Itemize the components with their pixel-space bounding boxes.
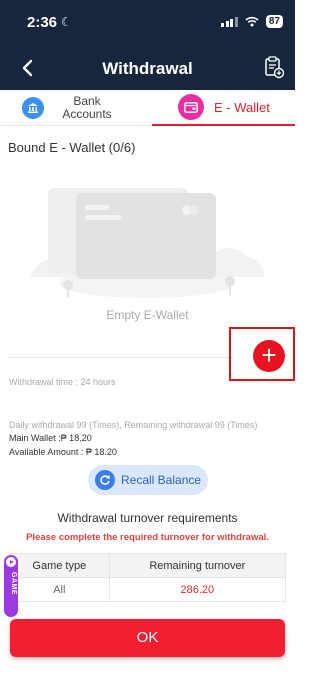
status-bar: 2:36 ☾ 87 bbox=[0, 0, 295, 44]
turnover-title: Withdrawal turnover requirements bbox=[57, 511, 238, 525]
page-title: Withdrawal bbox=[102, 59, 193, 78]
records-icon[interactable] bbox=[263, 55, 285, 79]
app-header: 2:36 ☾ 87 Withdrawal bbox=[0, 0, 295, 90]
tab-bank-accounts[interactable]: Bank Accounts bbox=[22, 90, 147, 126]
table-header-row: Game type Remaining turnover bbox=[9, 553, 287, 578]
column-header-remaining-turnover: Remaining turnover bbox=[108, 553, 287, 578]
status-icons: 87 bbox=[221, 15, 283, 28]
plus-icon: + bbox=[261, 340, 277, 370]
empty-wallet-illustration bbox=[30, 188, 265, 298]
signal-icon bbox=[221, 16, 238, 27]
empty-e-wallet-label: Empty E-Wallet bbox=[106, 308, 189, 322]
ok-button[interactable]: OK bbox=[10, 619, 285, 657]
add-e-wallet-button[interactable]: + bbox=[253, 340, 285, 372]
table-row: All 286.20 bbox=[9, 577, 287, 602]
recall-balance-label: Recall Balance bbox=[121, 473, 202, 487]
game-tab-label: GAME bbox=[10, 572, 17, 595]
battery-icon: 87 bbox=[265, 15, 283, 28]
game-floating-tab[interactable]: GAME bbox=[4, 555, 18, 617]
moon-icon: ☾ bbox=[61, 15, 72, 29]
daily-withdrawal-info: Daily withdrawal 99 (Times), Remaining w… bbox=[9, 420, 258, 430]
status-time: 2:36 bbox=[27, 14, 58, 31]
bank-icon bbox=[22, 97, 44, 119]
wallet-tabs: Bank Accounts E - Wallet bbox=[0, 90, 295, 126]
tab-bank-accounts-label: Bank Accounts bbox=[62, 94, 112, 121]
divider bbox=[8, 357, 233, 358]
nav-bar: Withdrawal bbox=[0, 48, 295, 88]
recall-balance-button[interactable]: Recall Balance bbox=[88, 465, 208, 495]
cell-remaining-turnover: 286.20 bbox=[108, 577, 287, 602]
turnover-table: Game type Remaining turnover All 286.20 bbox=[9, 553, 287, 602]
refresh-icon bbox=[95, 470, 115, 490]
withdrawal-time: Withdrawal time : 24 hours bbox=[9, 377, 116, 387]
column-header-game-type: Game type bbox=[9, 553, 110, 578]
play-icon bbox=[6, 557, 16, 567]
bound-e-wallet-title: Bound E - Wallet (0/6) bbox=[8, 140, 136, 155]
main-wallet-balance: Main Wallet :₱ 18.20 bbox=[9, 433, 92, 443]
tab-e-wallet-label: E - Wallet bbox=[214, 99, 270, 115]
tab-e-wallet[interactable]: E - Wallet bbox=[152, 90, 295, 126]
wifi-icon bbox=[245, 16, 259, 27]
cell-game-type: All bbox=[9, 577, 110, 602]
available-amount: Available Amount : ₱ 18.20 bbox=[9, 447, 117, 457]
e-wallet-icon bbox=[178, 94, 204, 120]
turnover-warning: Please complete the required turnover fo… bbox=[26, 532, 269, 543]
